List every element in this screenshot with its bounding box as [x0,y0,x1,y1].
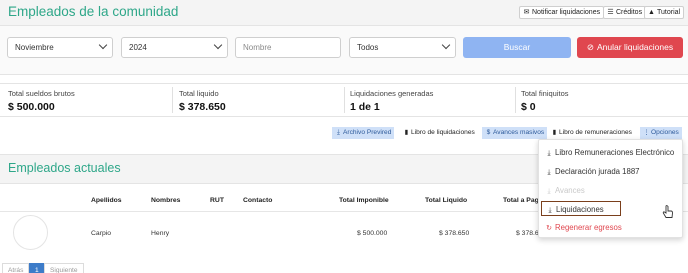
name-search-input[interactable]: Nombre [235,37,341,58]
credits-button[interactable]: ☰ Créditos [603,6,647,19]
stat-gross-salaries: Total sueldos brutos $ 500.000 [8,89,75,113]
stat-settlements: Total finiquitos $ 0 [521,89,569,113]
envelope-icon: ✉ [523,9,530,16]
stat-label: Total finiquitos [521,89,569,98]
menu-item-label: Liquidaciones [556,205,604,214]
menu-item-electronic-book[interactable]: ⤓ Libro Remuneraciones Electrónico [541,145,681,160]
pagination-prev[interactable]: Atrás [2,263,30,273]
cancel-payslips-label: Anular liquidaciones [597,42,674,52]
status-select[interactable]: Todos [349,37,456,58]
menu-item-payslips[interactable]: ⤓ Liquidaciones [541,201,621,216]
book-icon: ▮ [552,129,557,136]
previred-file-button[interactable]: ⤓ Archivo Previred [332,127,395,139]
bulk-advances-button[interactable]: $ Avances masivos [482,127,548,139]
menu-item-label: Regenerar egresos [555,223,622,232]
stat-label: Total liquido [179,89,219,98]
payslip-book-label: Libro de liquidaciones [411,129,475,136]
list-icon: ☰ [607,9,614,16]
hand-pointer-icon [662,205,673,218]
notify-payslips-button[interactable]: ✉ Notificar liquidaciones [519,6,605,19]
menu-item-regenerate-expenses[interactable]: ↻ Regenerar egresos [541,220,681,235]
refresh-icon: ↻ [546,225,552,232]
credits-label: Créditos [616,9,643,16]
cancel-icon: ⊘ [586,42,595,52]
status-select-value: Todos [357,43,379,52]
download-icon: ⤓ [547,169,551,176]
name-search-placeholder: Nombre [243,43,272,52]
book-icon: ▮ [404,129,409,136]
options-button[interactable]: ⋮Opciones [640,127,682,139]
year-select[interactable]: 2024 [121,37,228,58]
chevron-down-icon [98,40,108,50]
cell-imponible: $ 500.000 [357,230,388,237]
col-header-pagar: Total a Pag [503,197,539,204]
divider [344,87,345,113]
download-icon: ⤓ [547,188,551,195]
menu-item-label: Avances [555,186,585,195]
dollar-icon: $ [486,129,491,136]
page-title: Empleados de la comunidad [8,4,179,19]
menu-item-label: Libro Remuneraciones Electrónico [555,148,675,157]
col-header-apellidos: Apellidos [91,197,122,204]
remuneration-book-button[interactable]: ▮ Libro de remuneraciones [548,127,635,139]
stat-value: $ 378.650 [179,101,226,113]
stat-payslips-generated: Liquidaciones generadas 1 de 1 [350,89,433,113]
col-header-rut: RUT [210,197,224,204]
stat-label: Total sueldos brutos [8,89,75,98]
avatar[interactable] [13,215,48,250]
payslip-book-button[interactable]: ▮ Libro de liquidaciones [400,127,478,139]
cell-nombres: Henry [151,230,170,237]
download-icon: ⤓ [337,129,340,136]
more-vertical-icon: ⋮ [643,129,650,136]
remuneration-book-label: Libro de remuneraciones [559,129,632,136]
stat-value: $ 500.000 [8,101,55,113]
col-header-liquido: Total Liquido [425,197,468,204]
chevron-down-icon [441,40,451,50]
menu-item-declaration-1887[interactable]: ⤓ Declaración jurada 1887 [541,164,681,179]
cancel-payslips-button[interactable]: ⊘ Anular liquidaciones [577,37,683,58]
download-icon: ⤓ [547,150,551,157]
stat-net-total: Total liquido $ 378.650 [179,89,226,113]
menu-item-label: Declaración jurada 1887 [555,167,640,176]
month-select-value: Noviembre [15,43,54,52]
pagination-next[interactable]: Siguiente [44,263,84,273]
tutorial-button[interactable]: ▲ Tutorial [644,6,685,19]
stat-value: $ 0 [521,101,536,113]
section-title: Empleados actuales [8,161,121,175]
stat-value: 1 de 1 [350,101,380,113]
cell-apellidos: Carpio [91,230,112,237]
tutorial-label: Tutorial [657,9,681,16]
divider [172,87,173,113]
options-menu: ⤓ Libro Remuneraciones Electrónico ⤓ Decla… [538,139,683,238]
col-header-nombres: Nombres [151,197,181,204]
previred-file-label: Archivo Previred [343,129,392,136]
notify-payslips-label: Notificar liquidaciones [532,9,601,16]
search-button[interactable]: Buscar [463,37,571,58]
month-select[interactable]: Noviembre [7,37,113,58]
bulk-advances-label: Avances masivos [493,129,545,136]
stat-label: Liquidaciones generadas [350,89,434,98]
pagination-page[interactable]: 1 [29,263,45,273]
chevron-down-icon [213,40,223,50]
col-header-contacto: Contacto [243,197,273,204]
col-header-imponible: Total Imponible [339,197,389,204]
graduation-cap-icon: ▲ [648,9,655,16]
divider [515,87,516,113]
menu-item-advances[interactable]: ⤓ Avances [541,183,681,198]
year-select-value: 2024 [129,43,147,52]
options-label: Opciones [651,129,679,136]
download-icon: ⤓ [548,207,552,214]
cell-liquido: $ 378.650 [439,230,470,237]
